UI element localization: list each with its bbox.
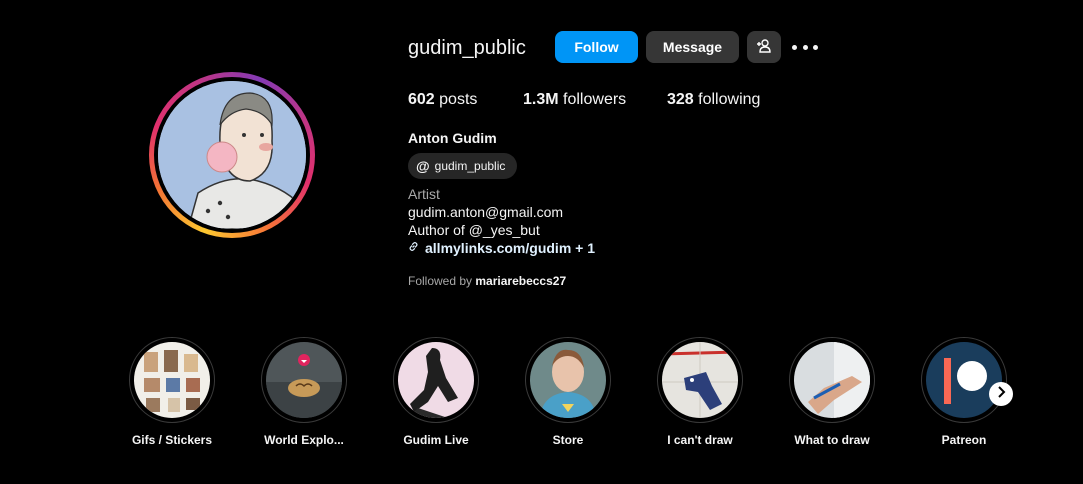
avatar-illustration: [158, 81, 306, 229]
more-dot: [792, 44, 797, 50]
suggest-users-button[interactable]: [747, 31, 781, 63]
followed-by[interactable]: Followed by mariarebeccs27: [408, 274, 566, 288]
bio-link[interactable]: allmylinks.com/gudim + 1: [408, 240, 595, 256]
message-button[interactable]: Message: [646, 31, 739, 63]
highlight-cover: [926, 342, 1002, 418]
highlight-label: Patreon: [941, 433, 987, 447]
highlight-ring: [129, 337, 215, 423]
link-icon: [408, 241, 419, 255]
following-number: 328: [667, 91, 694, 108]
followers-number: 1.3M: [523, 91, 559, 108]
profile-username: gudim_public: [408, 37, 526, 59]
threads-icon: @: [416, 158, 430, 174]
avatar[interactable]: [158, 81, 306, 229]
highlight-cover: [266, 342, 342, 418]
highlight-cover: [398, 342, 474, 418]
highlight-label: World Explo...: [264, 433, 344, 447]
highlight-label: What to draw: [794, 433, 870, 447]
highlight-cover: [530, 342, 606, 418]
highlight-cover: [134, 342, 210, 418]
more-options-icon[interactable]: [792, 36, 818, 58]
followed-by-user: mariarebeccs27: [475, 274, 567, 288]
profile-category: Artist: [408, 186, 440, 202]
highlight-world-explo[interactable]: World Explo...: [239, 337, 369, 447]
patreon-icon: [926, 342, 1002, 418]
chevron-right-icon: [996, 385, 1006, 403]
add-user-icon: [756, 38, 772, 57]
highlight-what-to-draw[interactable]: What to draw: [767, 337, 897, 447]
threads-handle: gudim_public: [434, 159, 506, 173]
following-label: following: [698, 91, 761, 108]
full-name: Anton Gudim: [408, 130, 497, 146]
highlight-ring: [525, 337, 611, 423]
highlight-i-cant-draw[interactable]: I can't draw: [635, 337, 765, 447]
more-dot: [813, 44, 818, 50]
highlight-store[interactable]: Store: [503, 337, 633, 447]
highlight-label: Gifs / Stickers: [131, 433, 213, 447]
followers-link[interactable]: 1.3M followers: [523, 91, 626, 109]
highlight-gifs-stickers[interactable]: Gifs / Stickers: [107, 337, 237, 447]
highlight-ring: [657, 337, 743, 423]
posts-count: 602 posts: [408, 91, 477, 109]
followers-label: followers: [563, 91, 627, 108]
bio-email: gudim.anton@gmail.com: [408, 204, 564, 220]
highlight-cover: [794, 342, 870, 418]
highlight-label: I can't draw: [667, 433, 733, 447]
highlight-ring: [921, 337, 1007, 423]
highlight-label: Gudim Live: [403, 433, 469, 447]
highlight-ring: [261, 337, 347, 423]
highlight-ring: [393, 337, 479, 423]
posts-label: posts: [439, 91, 478, 108]
posts-number: 602: [408, 91, 435, 108]
threads-badge[interactable]: @ gudim_public: [408, 153, 517, 179]
highlight-cover: [662, 342, 738, 418]
highlights-next-button[interactable]: [989, 382, 1013, 406]
following-link[interactable]: 328 following: [667, 91, 760, 109]
more-dot: [802, 44, 808, 50]
followed-by-prefix: Followed by: [408, 274, 473, 288]
avatar-story-ring[interactable]: [149, 72, 315, 238]
bio-link-text: allmylinks.com/gudim + 1: [425, 240, 596, 256]
highlight-label: Store: [552, 433, 584, 447]
highlight-ring: [789, 337, 875, 423]
follow-button[interactable]: Follow: [555, 31, 638, 63]
avatar-border: [154, 77, 310, 233]
bio-author[interactable]: Author of @_yes_but: [408, 222, 540, 238]
highlight-gudim-live[interactable]: Gudim Live: [371, 337, 501, 447]
